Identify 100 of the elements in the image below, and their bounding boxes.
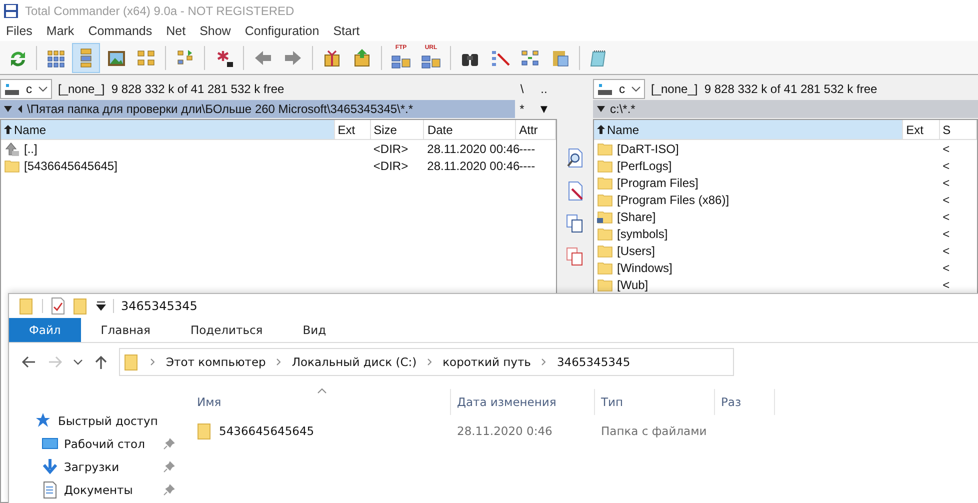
up-folder-icon	[4, 140, 20, 156]
folder-icon	[597, 192, 613, 208]
grid-icon	[46, 48, 66, 68]
copy-icon[interactable]	[566, 214, 584, 234]
table-cell: ----	[519, 158, 536, 172]
table-cell: [Program Files (x86)]	[617, 192, 730, 206]
column-header[interactable]: Name	[594, 120, 904, 139]
ribbon-tab[interactable]: Файл	[9, 318, 81, 342]
breadcrumb[interactable]: 3465345345	[556, 355, 630, 369]
breadcrumb[interactable]: Этот компьютер	[166, 355, 266, 369]
dropdown-icon[interactable]	[96, 300, 106, 312]
drive-icon	[597, 81, 613, 97]
document-icon	[41, 480, 59, 498]
nav-pane-item[interactable]: Быстрый доступ	[58, 414, 158, 428]
sort-caret-icon	[317, 388, 327, 394]
free-space-text: [_none_] 9 828 332 k of 41 281 532 k free	[58, 82, 286, 96]
column-header[interactable]: Тип	[601, 395, 624, 409]
table-cell: <	[942, 226, 950, 240]
menu-item[interactable]: Commands	[88, 24, 152, 38]
folder-icon	[597, 226, 613, 242]
ribbon-tab[interactable]: Поделиться	[170, 318, 283, 342]
ribbon-tab[interactable]: Вид	[282, 318, 346, 342]
drive-dropdown[interactable]: c	[593, 79, 645, 99]
folder-icon	[597, 158, 613, 174]
table-cell: <	[942, 244, 950, 258]
drive-dropdown[interactable]: c	[0, 79, 52, 99]
nav-pane-item[interactable]: Загрузки	[64, 460, 158, 474]
menu-item[interactable]: Start	[333, 24, 360, 38]
table-cell: 5436645645645	[219, 424, 314, 438]
back-caret-icon	[17, 104, 23, 114]
table-cell: [..]	[24, 142, 38, 156]
shared-folder-icon	[597, 208, 613, 224]
column-header[interactable]: S	[940, 120, 977, 139]
properties-icon[interactable]	[50, 297, 66, 315]
column-header[interactable]: Дата изменения	[457, 395, 556, 409]
column-header[interactable]: Size	[370, 120, 424, 139]
column-header[interactable]: Date	[424, 120, 516, 139]
table-cell: <	[942, 260, 950, 274]
folders-icon	[136, 48, 156, 68]
panel-button[interactable]: ▼	[537, 102, 551, 116]
package-icon	[352, 48, 372, 68]
column-header[interactable]: Раз	[721, 395, 742, 409]
sort-arrow-icon	[597, 125, 605, 134]
table-cell: <DIR>	[373, 158, 408, 172]
chevron-right-icon	[150, 358, 156, 366]
sort-arrow-icon	[4, 125, 12, 134]
free-space-text: [_none_] 9 828 332 k of 41 281 532 k free	[651, 82, 878, 96]
table-cell: [Users]	[617, 244, 656, 258]
table-cell: [symbols]	[617, 226, 668, 240]
table-cell: [Wub]	[617, 278, 648, 292]
menu-item[interactable]: Files	[6, 24, 32, 38]
ribbon-tab[interactable]: Главная	[80, 318, 170, 342]
nav-pane-item[interactable]: Документы	[64, 482, 158, 496]
folder-icon	[4, 158, 20, 174]
table-cell: 28.11.2020 00:46	[427, 142, 520, 156]
caret-icon	[596, 105, 606, 113]
panel-button[interactable]: *	[515, 102, 529, 116]
table-cell: ----	[519, 142, 536, 156]
move-icon[interactable]	[566, 247, 584, 267]
chevron-icon	[38, 85, 48, 93]
folder-icon	[124, 353, 140, 371]
table-cell: <	[942, 278, 950, 292]
table-cell: <	[942, 210, 950, 224]
column-header[interactable]: Имя	[197, 395, 222, 409]
table-cell: <	[942, 158, 950, 172]
edit-icon[interactable]	[566, 181, 584, 201]
up-arrow-icon[interactable]	[93, 354, 109, 370]
table-cell: <	[942, 192, 950, 206]
panel-button[interactable]: \	[515, 82, 529, 96]
panel-button[interactable]: ..	[537, 82, 551, 96]
menu-item[interactable]: Show	[200, 24, 231, 38]
app-icon	[3, 2, 19, 18]
menu-item[interactable]: Configuration	[244, 24, 320, 38]
column-header[interactable]: Attr	[516, 120, 556, 139]
table-cell: [Share]	[617, 210, 656, 224]
back-arrow-icon[interactable]	[21, 354, 37, 370]
column-header[interactable]: Ext	[903, 120, 940, 139]
chevron-right-icon	[426, 358, 433, 366]
table-cell: <	[942, 142, 950, 156]
address-bar[interactable]: Этот компьютер Локальный диск (C:) короткий путь 3465345345	[119, 348, 734, 376]
table-cell: Папка с файлами	[601, 424, 707, 438]
table-cell: <	[942, 176, 950, 190]
column-header[interactable]: Ext	[334, 120, 371, 139]
window-title: 3465345345	[121, 299, 198, 313]
table-cell: <DIR>	[373, 142, 408, 156]
folder-icon	[597, 174, 613, 190]
menu-item[interactable]: Mark	[46, 24, 74, 38]
table-cell: 28.11.2020 00:46	[427, 158, 520, 172]
breadcrumb[interactable]: короткий путь	[442, 355, 531, 369]
window-title: Total Commander (x64) 9.0a - NOT REGISTERED	[25, 4, 294, 18]
table-cell: [Program Files]	[617, 176, 698, 190]
drive-icon	[4, 81, 20, 97]
nav-pane-item[interactable]: Рабочий стол	[64, 436, 158, 450]
menu-item[interactable]: Net	[166, 24, 186, 38]
column-header[interactable]: Name	[1, 120, 335, 139]
breadcrumb[interactable]: Локальный диск (C:)	[292, 355, 417, 369]
folder-icon	[597, 242, 613, 258]
magnifier-icon[interactable]	[566, 148, 584, 168]
chevron-icon	[631, 85, 641, 93]
folder-icon	[597, 260, 613, 276]
